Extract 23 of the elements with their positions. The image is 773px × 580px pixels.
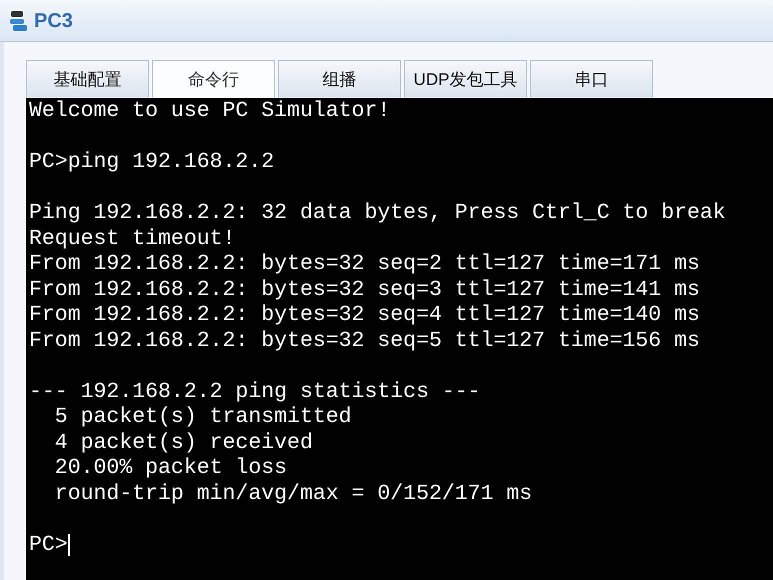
terminal-line: Welcome to use PC Simulator! [29,99,390,124]
prompt: PC> [29,532,68,558]
tab[interactable]: 串口 [530,60,653,98]
computer-icon [8,8,30,32]
terminal-line: From 192.168.2.2: bytes=32 seq=2 ttl=127 time=171 ms [29,252,700,278]
terminal-line: round-trip min/avg/max = 0/152/171 ms [54,482,532,507]
tab[interactable]: UDP发包工具 [404,60,527,98]
terminal-line: Ping 192.168.2.2: 32 data bytes, Press Ctrl_C to break [29,201,726,226]
terminal-line: From 192.168.2.2: bytes=32 seq=3 ttl=127 time=141 ms [29,278,700,303]
terminal-line: Request timeout! [29,226,236,252]
terminal-line: PC>ping 192.168.2.2 [29,150,274,176]
window-title: PC3 [34,8,73,34]
text-cursor [68,534,70,556]
terminal-panel[interactable] [26,98,773,580]
terminal-line: 4 packet(s) received [54,430,313,456]
tab[interactable]: 组播 [278,60,401,98]
tab[interactable]: 命令行 [152,60,275,98]
terminal-line: 20.00% packet loss [54,456,288,482]
tab[interactable]: 基础配置 [26,60,149,98]
terminal-line: From 192.168.2.2: bytes=32 seq=5 ttl=127 time=156 ms [29,328,700,354]
terminal-line: From 192.168.2.2: bytes=32 seq=4 ttl=127 time=140 ms [29,303,700,328]
terminal-line: 5 packet(s) transmitted [54,405,352,430]
terminal-line: --- 192.168.2.2 ping statistics --- [29,380,481,405]
